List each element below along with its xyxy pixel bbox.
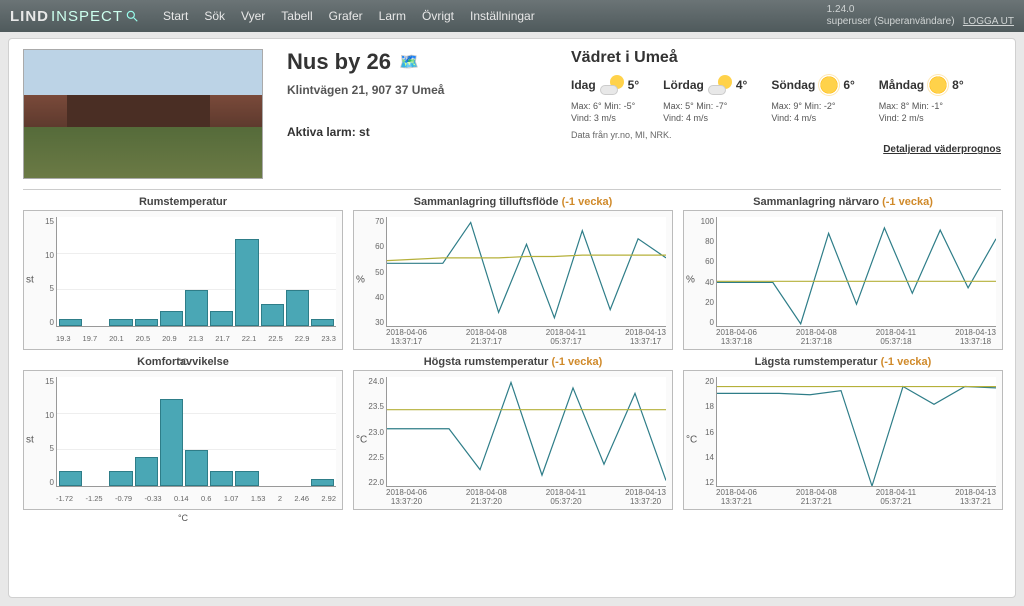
nav-larm[interactable]: Larm: [379, 9, 406, 23]
plot-inner: [56, 217, 336, 327]
day-maxmin: Max: 9° Min: -2°: [771, 101, 854, 113]
day-temp: 4°: [736, 78, 747, 92]
plot[interactable]: st 151050 19.319.720.120.520.921.321.722…: [23, 210, 343, 350]
y-ticks: 24.023.523.022.522.0: [358, 377, 384, 487]
chart-hogsta: Högsta rumstemperatur (-1 vecka) °C 24.0…: [353, 356, 673, 510]
day-wind: Vind: 4 m/s: [663, 113, 747, 125]
chart-tilluft: Sammanlagring tilluftsflöde (-1 vecka) %…: [353, 196, 673, 350]
plot[interactable]: % 100806040200 2018-04-0613:37:182018-04…: [683, 210, 1003, 350]
day-maxmin: Max: 6° Min: -5°: [571, 101, 639, 113]
day-temp: 5°: [628, 78, 639, 92]
page: Nus by 26 🗺️ Klintvägen 21, 907 37 Umeå …: [8, 38, 1016, 598]
chart-room-temp: Rumstemperatur st 151050 19.319.720.120.…: [23, 196, 343, 350]
nav-installningar[interactable]: Inställningar: [470, 9, 535, 23]
plot[interactable]: % 7060504030 2018-04-0613:37:172018-04-0…: [353, 210, 673, 350]
forecast: Idag 5° Max: 6° Min: -5°Vind: 3 m/s Lörda…: [571, 75, 1001, 124]
sun-icon: [928, 75, 948, 95]
forecast-day-2: Söndag 6° Max: 9° Min: -2°Vind: 4 m/s: [771, 75, 854, 124]
building-title-text: Nus by 26: [287, 49, 391, 75]
x-categories: -1.72-1.25-0.79-0.330.140.61.071.5322.46…: [56, 494, 336, 503]
day-label: Måndag: [879, 78, 924, 92]
active-alarms: Aktiva larm: st: [287, 125, 547, 139]
map-icon[interactable]: 🗺️: [399, 52, 419, 72]
topbar: LINDINSPECT Start Sök Vyer Tabell Grafer…: [0, 0, 1024, 32]
brand-logo: LINDINSPECT: [10, 8, 139, 25]
chart-title: Sammanlagring tilluftsflöde (-1 vecka): [353, 196, 673, 208]
logout-link[interactable]: LOGGA UT: [963, 16, 1014, 27]
version-text: 1.24.0: [827, 4, 1014, 16]
weather-details-link[interactable]: Detaljerad väderprognos: [571, 144, 1001, 155]
nav-start[interactable]: Start: [163, 9, 188, 23]
sun-cloud-icon: [600, 75, 624, 95]
nav-ovrigt[interactable]: Övrigt: [422, 9, 454, 23]
x-categories: 19.319.720.120.520.921.321.722.122.522.9…: [56, 334, 336, 343]
x-ticks: 2018-04-0613:37:182018-04-0821:37:182018…: [716, 329, 996, 347]
building-info: Nus by 26 🗺️ Klintvägen 21, 907 37 Umeå …: [287, 49, 547, 179]
building-photo: [23, 49, 263, 179]
day-wind: Vind: 3 m/s: [571, 113, 639, 125]
x-ticks: 2018-04-0613:37:212018-04-0821:37:212018…: [716, 489, 996, 507]
chart-title: Rumstemperatur: [23, 196, 343, 208]
day-wind: Vind: 2 m/s: [879, 113, 964, 125]
nav-tabell[interactable]: Tabell: [281, 9, 312, 23]
chart-grid: Rumstemperatur st 151050 19.319.720.120.…: [23, 196, 1001, 510]
brand-text-2: INSPECT: [51, 8, 123, 25]
day-maxmin: Max: 8° Min: -1°: [879, 101, 964, 113]
user-line: superuser (Superanvändare): [827, 16, 955, 27]
nav-sok[interactable]: Sök: [204, 9, 225, 23]
topbar-right: 1.24.0 superuser (Superanvändare) LOGGA …: [827, 4, 1014, 28]
forecast-day-0: Idag 5° Max: 6° Min: -5°Vind: 3 m/s: [571, 75, 639, 124]
sun-icon: [819, 75, 839, 95]
weather-panel: Vädret i Umeå Idag5° Max: 6° Min: -5°Vin…: [571, 49, 1001, 179]
chart-title: Sammanlagring närvaro (-1 vecka): [683, 196, 1003, 208]
y-ticks: 7060504030: [358, 217, 384, 327]
day-wind: Vind: 4 m/s: [771, 113, 854, 125]
y-ticks: 2018161412: [688, 377, 714, 487]
nav-grafer[interactable]: Grafer: [329, 9, 363, 23]
forecast-day-3: Måndag 8° Max: 8° Min: -1°Vind: 2 m/s: [879, 75, 964, 124]
day-label: Idag: [571, 78, 596, 92]
forecast-day-1: Lördag 4° Max: 5° Min: -7°Vind: 4 m/s: [663, 75, 747, 124]
chart-narvaro: Sammanlagring närvaro (-1 vecka) % 10080…: [683, 196, 1003, 350]
alarm-unit: st: [359, 125, 370, 139]
search-icon: [125, 9, 139, 23]
y-ticks: 151050: [28, 217, 54, 327]
alarm-label: Aktiva larm:: [287, 125, 356, 139]
plot[interactable]: °C 2018161412 2018-04-0613:37:212018-04-…: [683, 370, 1003, 510]
day-maxmin: Max: 5° Min: -7°: [663, 101, 747, 113]
chart-komfort: Komfortavvikelse st 151050 -1.72-1.25-0.…: [23, 356, 343, 510]
brand-text-1: LIND: [10, 8, 49, 25]
building-address: Klintvägen 21, 907 37 Umeå: [287, 83, 547, 97]
building-title: Nus by 26 🗺️: [287, 49, 547, 75]
x-label: °C: [178, 513, 188, 523]
day-label: Söndag: [771, 78, 815, 92]
y-ticks: 151050: [28, 377, 54, 487]
main-nav: Start Sök Vyer Tabell Grafer Larm Övrigt…: [163, 9, 535, 23]
weather-source: Data från yr.no, MI, NRK.: [571, 130, 1001, 140]
plot[interactable]: °C 24.023.523.022.522.0 2018-04-0613:37:…: [353, 370, 673, 510]
chart-title: Högsta rumstemperatur (-1 vecka): [353, 356, 673, 368]
chart-title: Lägsta rumstemperatur (-1 vecka): [683, 356, 1003, 368]
sun-cloud-icon: [708, 75, 732, 95]
day-temp: 8°: [952, 78, 963, 92]
day-temp: 6°: [843, 78, 854, 92]
x-label: °C: [178, 357, 188, 367]
plot[interactable]: st 151050 -1.72-1.25-0.79-0.330.140.61.0…: [23, 370, 343, 510]
chart-lagsta: Lägsta rumstemperatur (-1 vecka) °C 2018…: [683, 356, 1003, 510]
header-row: Nus by 26 🗺️ Klintvägen 21, 907 37 Umeå …: [23, 49, 1001, 190]
day-label: Lördag: [663, 78, 704, 92]
x-ticks: 2018-04-0613:37:172018-04-0821:37:172018…: [386, 329, 666, 347]
x-ticks: 2018-04-0613:37:202018-04-0821:37:202018…: [386, 489, 666, 507]
weather-title: Vädret i Umeå: [571, 49, 1001, 67]
nav-vyer[interactable]: Vyer: [241, 9, 265, 23]
y-ticks: 100806040200: [688, 217, 714, 327]
